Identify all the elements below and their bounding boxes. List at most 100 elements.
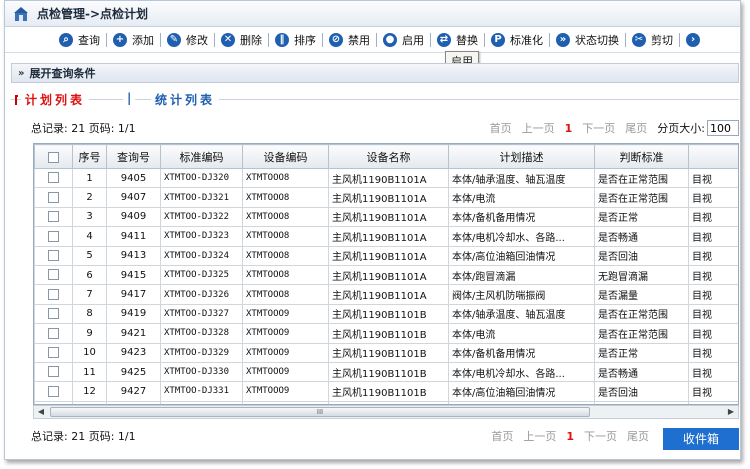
row-checkbox[interactable] xyxy=(48,191,59,203)
select-all-checkbox[interactable] xyxy=(48,151,59,163)
table-row[interactable]: 5 9413 XTMTOO-DJ324 XTMTOOO8 主风机1190B1101A 本体… xyxy=(34,245,738,266)
toolbar-separator xyxy=(106,32,107,47)
tab-separator: | xyxy=(123,91,136,105)
column-header[interactable]: 序号 xyxy=(72,144,107,169)
row-checkbox[interactable] xyxy=(48,366,59,378)
toolbar-button-plus[interactable]: + 添加 xyxy=(109,29,158,51)
table-cell: 目视 xyxy=(688,323,738,344)
toolbar-button-cut[interactable]: ✂ 剪切 xyxy=(628,29,677,51)
toolbar-button-ban[interactable]: ⊘ 禁用 xyxy=(325,29,374,51)
table-cell: 主风机1190B1101A xyxy=(328,245,449,266)
column-header[interactable]: 点检 xyxy=(688,144,738,169)
toolbar-button-replace[interactable]: ⇄ 替换 xyxy=(433,29,482,51)
row-checkbox-cell[interactable] xyxy=(34,303,73,325)
table-row[interactable]: 12 9427 XTMTOO-DJ331 XTMTOOO9 主风机1190B1101B 本… xyxy=(34,381,738,402)
scroll-right-icon[interactable]: ▶ xyxy=(724,406,738,418)
first-page-link[interactable]: 首页 xyxy=(490,120,512,136)
row-checkbox[interactable] xyxy=(48,288,59,300)
column-header[interactable]: 标准编码 xyxy=(160,144,243,169)
table-row[interactable]: 9 9421 XTMTOO-DJ328 XTMTOOO9 主风机1190B1101B 本体… xyxy=(34,323,738,344)
toolbar-button-more[interactable]: › xyxy=(682,29,709,51)
cut-icon: ✂ xyxy=(632,32,646,47)
column-header[interactable]: 设备名称 xyxy=(328,144,449,169)
toolbar-button-label: 标准化 xyxy=(510,33,543,47)
table-row[interactable]: 1 9405 XTMTOO-DJ320 XTMTOOO8 主风机1190B1101A 本体… xyxy=(34,167,738,189)
table-row[interactable]: 2 9407 XTMTOO-DJ321 XTMTOOO8 主风机1190B1101A 本体… xyxy=(34,187,738,208)
row-checkbox[interactable] xyxy=(48,346,59,358)
first-page-link-bottom[interactable]: 首页 xyxy=(491,428,513,444)
row-checkbox[interactable] xyxy=(48,250,59,261)
table-cell: 无跑冒滴漏 xyxy=(594,264,689,286)
row-checkbox-cell[interactable] xyxy=(34,206,73,228)
column-header[interactable]: 判断标准 xyxy=(594,144,689,169)
current-page-bottom[interactable]: 1 xyxy=(566,430,574,443)
table-row[interactable]: 8 9419 XTMTOO-DJ327 XTMTOOO9 主风机1190B1101B 本体… xyxy=(34,303,738,325)
tab-stat-list[interactable]: 统计列表 xyxy=(151,91,220,108)
last-page-link-bottom[interactable]: 尾页 xyxy=(627,428,649,444)
scroll-thumb[interactable]: III xyxy=(50,407,590,417)
row-checkbox-cell[interactable] xyxy=(34,167,73,189)
table-cell: XTMTOO-DJ326 xyxy=(160,284,243,305)
table-cell: 9427 xyxy=(106,381,161,402)
table-row[interactable]: 3 9409 XTMTOO-DJ322 XTMTOOO8 主风机1190B1101A 本体… xyxy=(34,206,738,228)
table-cell: 目视 xyxy=(688,361,738,383)
table-cell: 9419 xyxy=(106,303,161,325)
tab-plan-list[interactable]: 计划列表 xyxy=(21,91,90,108)
toolbar-button-edit[interactable]: ✎ 修改 xyxy=(163,29,212,51)
table-cell: 9407 xyxy=(106,187,161,208)
row-checkbox[interactable] xyxy=(48,230,59,242)
sort-icon: ‖ xyxy=(275,32,289,47)
row-checkbox-cell[interactable] xyxy=(34,264,73,286)
standardize-icon: P xyxy=(491,32,505,47)
column-header[interactable]: 计划描述 xyxy=(448,144,595,169)
expand-search-bar[interactable]: » 展开查询条件 xyxy=(11,63,739,83)
row-checkbox[interactable] xyxy=(48,327,59,339)
toolbar-button-enable[interactable]: ● 启用 xyxy=(379,29,428,51)
row-checkbox-cell[interactable] xyxy=(34,226,73,247)
toolbar-button-standardize[interactable]: P 标准化 xyxy=(487,29,547,51)
row-checkbox-cell[interactable] xyxy=(34,361,73,383)
toolbar-button-close[interactable]: ✕ 删除 xyxy=(217,29,266,51)
row-checkbox-cell[interactable] xyxy=(34,245,73,266)
page-size-input[interactable] xyxy=(707,120,739,136)
row-checkbox-cell[interactable] xyxy=(34,323,73,344)
table-row[interactable]: 7 9417 XTMTOO-DJ326 XTMTOOO8 主风机1190B1101A 阀体… xyxy=(34,284,738,305)
table-cell: 目视 xyxy=(688,381,738,402)
toolbar-button-search[interactable]: ⌕ 查询 xyxy=(55,29,104,51)
scroll-left-icon[interactable]: ◀ xyxy=(34,406,48,418)
table-cell: 是否在正常范围 xyxy=(594,187,689,208)
toolbar-button-sort[interactable]: ‖ 排序 xyxy=(271,29,320,51)
row-checkbox[interactable] xyxy=(48,385,59,397)
last-page-link[interactable]: 尾页 xyxy=(625,120,647,136)
table-cell: 目视 xyxy=(688,245,738,266)
toolbar-separator xyxy=(625,32,626,47)
switch-icon: » xyxy=(556,32,570,47)
next-page-link[interactable]: 下一页 xyxy=(582,120,615,136)
select-all-checkbox-cell[interactable] xyxy=(34,144,73,169)
column-header[interactable]: 设备编码 xyxy=(242,144,329,169)
prev-page-link-bottom[interactable]: 上一页 xyxy=(523,428,556,444)
horizontal-scrollbar[interactable]: ◀ III ▶ xyxy=(33,405,739,419)
title-bar: 点检管理->点检计划 xyxy=(5,1,740,27)
column-header[interactable]: 查询号 xyxy=(106,144,161,169)
row-checkbox-cell[interactable] xyxy=(34,342,73,363)
row-checkbox-cell[interactable] xyxy=(34,381,73,402)
row-checkbox[interactable] xyxy=(48,269,59,281)
next-page-link-bottom[interactable]: 下一页 xyxy=(584,428,617,444)
row-checkbox-cell[interactable] xyxy=(34,284,73,305)
row-checkbox[interactable] xyxy=(48,211,59,223)
table-row[interactable]: 11 9425 XTMTOO-DJ330 XTMTOOO9 主风机1190B1101B 本… xyxy=(34,361,738,383)
toolbar-separator xyxy=(549,32,550,47)
table-row[interactable]: 6 9415 XTMTOO-DJ325 XTMTOOO8 主风机1190B1101A 本体… xyxy=(34,264,738,286)
prev-page-link[interactable]: 上一页 xyxy=(522,120,555,136)
table-row[interactable]: 10 9423 XTMTOO-DJ329 XTMTOOO9 主风机1190B1101B 本… xyxy=(34,342,738,363)
row-checkbox[interactable] xyxy=(48,308,59,320)
table-row[interactable]: 4 9411 XTMTOO-DJ323 XTMTOOO8 主风机1190B1101A 本体… xyxy=(34,226,738,247)
home-icon[interactable] xyxy=(13,6,29,22)
current-page[interactable]: 1 xyxy=(565,122,573,135)
row-checkbox[interactable] xyxy=(48,172,59,184)
inbox-button[interactable]: 收件箱 xyxy=(663,428,739,450)
toolbar-button-switch[interactable]: » 状态切换 xyxy=(552,29,623,51)
row-checkbox-cell[interactable] xyxy=(34,187,73,208)
table-cell: XTMTOO-DJ330 xyxy=(160,361,243,383)
